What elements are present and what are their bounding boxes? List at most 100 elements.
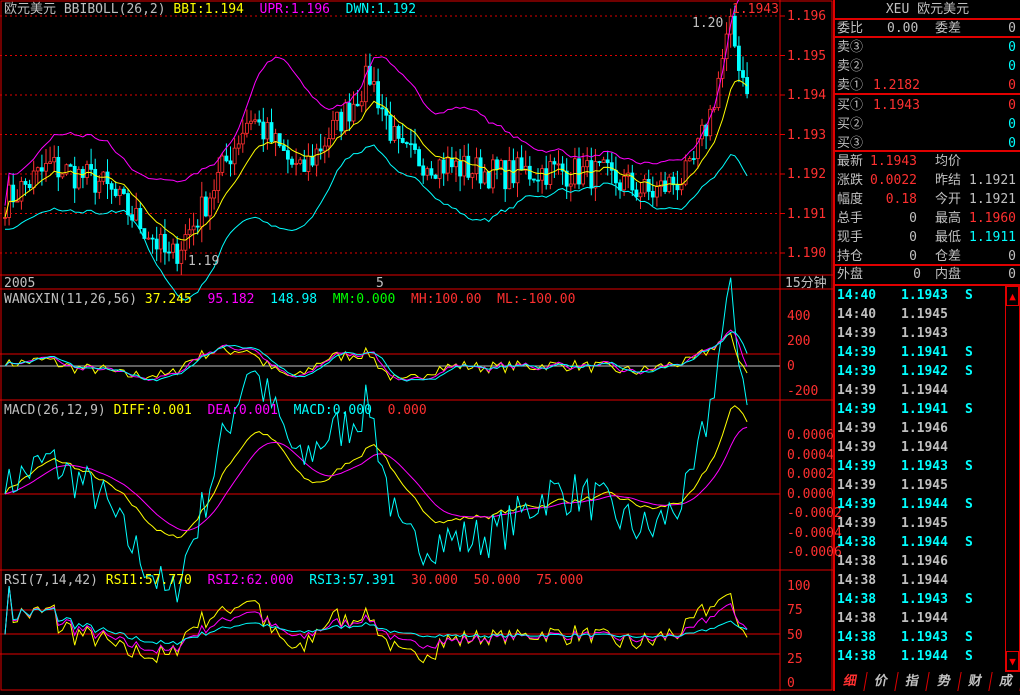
tick-time: 14:38 bbox=[837, 649, 877, 664]
tab-1[interactable]: 价 bbox=[864, 672, 900, 691]
tick-price: 1.1943 bbox=[901, 592, 948, 607]
candle-body bbox=[671, 176, 676, 186]
candle-body bbox=[228, 160, 233, 165]
candle-body bbox=[269, 122, 274, 142]
scroll-down-icon[interactable]: ▼ bbox=[1006, 651, 1019, 671]
stat-row: 现手 0 最低 1.1911 bbox=[837, 228, 1018, 247]
candle-body bbox=[614, 169, 618, 184]
rsi3-line bbox=[4, 585, 748, 646]
candle-body bbox=[179, 249, 184, 264]
candle-body bbox=[290, 158, 294, 165]
candle-body bbox=[273, 133, 278, 142]
stat-label: 最高 bbox=[935, 211, 962, 226]
wangxin-axis-tick: 400 bbox=[787, 309, 811, 324]
candle-body bbox=[220, 155, 225, 173]
tick-side: S bbox=[965, 402, 973, 417]
candle-body bbox=[138, 208, 143, 229]
candle-body bbox=[285, 150, 290, 160]
outer-value: 0 bbox=[913, 267, 921, 282]
rsi1-value: RSI1:57.770 bbox=[105, 573, 192, 588]
chart-area[interactable]: 欧元美元 BBIBOLL(26,2) BBI:1.194 UPR:1.196 D… bbox=[0, 0, 842, 692]
tab-3[interactable]: 势 bbox=[926, 672, 962, 691]
candle-body bbox=[486, 171, 491, 189]
tab-2[interactable]: 指 bbox=[895, 672, 931, 691]
tick-price: 1.1946 bbox=[901, 554, 948, 569]
period-label[interactable]: 15分钟 bbox=[785, 276, 827, 291]
tick-time: 14:38 bbox=[837, 535, 877, 550]
candle-body bbox=[359, 101, 364, 107]
tick-row: 14:39 1.1941 S bbox=[837, 400, 1005, 419]
tick-time: 14:39 bbox=[837, 364, 877, 379]
bottom-tabs: 细价指势财成 bbox=[833, 672, 1020, 691]
level-price: 1.1943 bbox=[873, 98, 920, 113]
tab-0[interactable]: 细 bbox=[833, 672, 868, 691]
candle-body bbox=[404, 142, 409, 145]
rsi-axis-tick: 0 bbox=[787, 676, 795, 692]
tick-price: 1.1945 bbox=[901, 516, 948, 531]
tick-time: 14:39 bbox=[837, 421, 877, 436]
candle-body bbox=[425, 168, 430, 176]
tick-time: 14:39 bbox=[837, 345, 877, 360]
rsi-l2: 50.000 bbox=[473, 573, 521, 588]
x-label-day: 5 bbox=[376, 276, 384, 291]
stat-row: 总手 0 最高 1.1960 bbox=[837, 209, 1018, 228]
candle-body bbox=[146, 237, 151, 240]
stat-label: 最新 bbox=[837, 154, 864, 169]
wb-label: 委比 bbox=[837, 21, 864, 36]
instrument-name: 欧元美元 bbox=[4, 2, 57, 17]
macd-dea: DEA:0.001 bbox=[207, 403, 278, 418]
candle-body bbox=[556, 163, 561, 166]
stat-value: 1.1921 bbox=[969, 192, 1016, 207]
tick-scrollbar[interactable]: ▲ ▼ bbox=[1005, 285, 1020, 672]
candle-body bbox=[150, 237, 155, 240]
tick-row: 14:38 1.1946 bbox=[837, 552, 1005, 571]
bbi-line bbox=[4, 79, 748, 241]
tick-side: S bbox=[965, 592, 973, 607]
stat-label: 昨结 bbox=[935, 173, 962, 188]
tab-5[interactable]: 成 bbox=[989, 672, 1020, 691]
candle-body bbox=[195, 225, 200, 228]
candle-body bbox=[134, 208, 139, 221]
stat-label: 今开 bbox=[935, 192, 962, 207]
level-label: 买② bbox=[837, 117, 864, 132]
tick-time: 14:40 bbox=[837, 288, 877, 303]
tick-time: 14:39 bbox=[837, 402, 877, 417]
tick-list[interactable]: 14:40 1.1943 S 14:40 1.1945 14:39 1.1943 14:39 1… bbox=[835, 286, 1005, 671]
candle-body bbox=[622, 175, 626, 191]
sell-level-3: 卖③ 0 bbox=[837, 38, 1018, 57]
candle-body bbox=[171, 243, 176, 253]
scroll-up-icon[interactable]: ▲ bbox=[1006, 286, 1019, 306]
rsi-l1: 30.000 bbox=[411, 573, 458, 588]
macd-macd-line bbox=[4, 277, 748, 603]
level-volume: 0 bbox=[1008, 98, 1016, 113]
candle-body bbox=[380, 107, 385, 110]
level-label: 卖① bbox=[837, 78, 864, 93]
stat-value: 0 bbox=[909, 211, 917, 226]
tick-side: S bbox=[965, 364, 973, 379]
candle-body bbox=[732, 15, 737, 47]
bbi-value: BBI:1.194 bbox=[173, 2, 244, 17]
tick-row: 14:39 1.1944 bbox=[837, 438, 1005, 457]
tick-time: 14:38 bbox=[837, 611, 877, 626]
tick-row: 14:39 1.1941 S bbox=[837, 343, 1005, 362]
tick-price: 1.1941 bbox=[901, 402, 948, 417]
stat-label: 现手 bbox=[837, 230, 864, 245]
candle-body bbox=[589, 160, 594, 189]
candle-body bbox=[687, 158, 692, 162]
tab-4[interactable]: 财 bbox=[958, 672, 993, 691]
tick-time: 14:38 bbox=[837, 592, 877, 607]
candle-body bbox=[236, 143, 241, 149]
macd-extra: 0.000 bbox=[387, 403, 427, 418]
macd-macd: MACD:0.000 bbox=[293, 403, 372, 418]
candle-body bbox=[400, 138, 405, 143]
stat-value: 1.1943 bbox=[870, 154, 917, 169]
stat-label: 涨跌 bbox=[837, 173, 864, 188]
rsi1-line bbox=[4, 585, 748, 664]
candle-body bbox=[638, 192, 643, 198]
stat-value: 0 bbox=[909, 230, 917, 245]
stat-label: 幅度 bbox=[837, 192, 864, 207]
candle-body bbox=[601, 159, 606, 163]
candle-body bbox=[162, 233, 167, 253]
candle-body bbox=[81, 168, 85, 178]
tick-row: 14:39 1.1943 bbox=[837, 324, 1005, 343]
